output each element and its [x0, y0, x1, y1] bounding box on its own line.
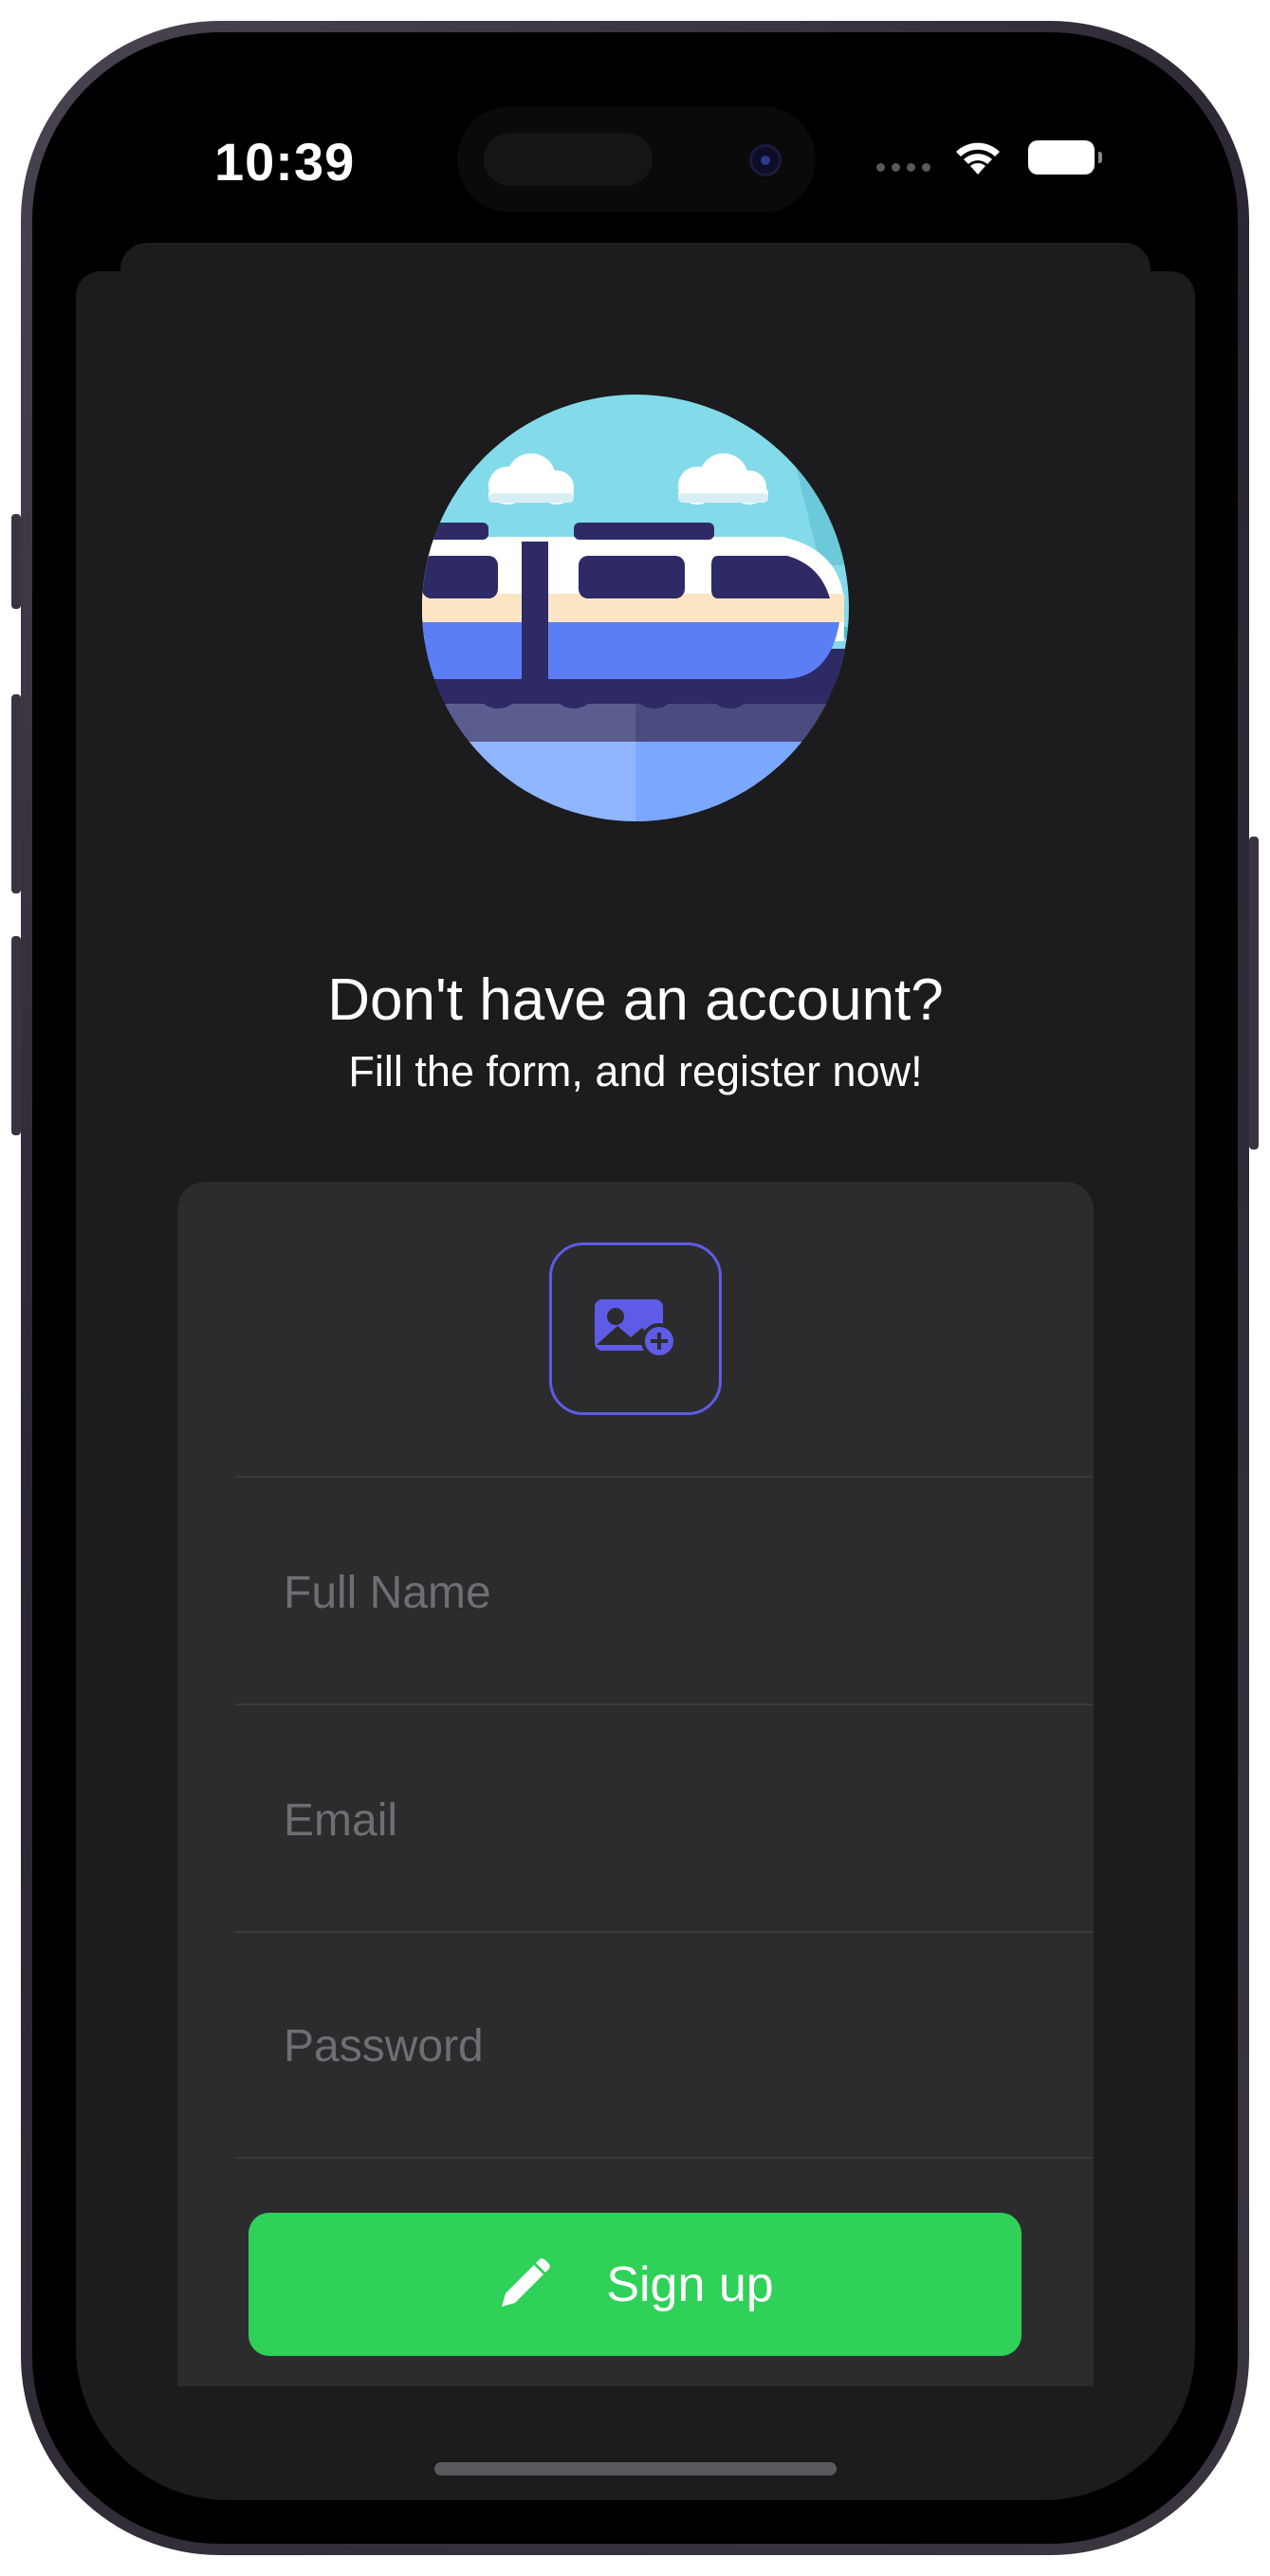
sign-up-button[interactable]: Sign up [248, 2213, 1022, 2356]
email-input[interactable] [282, 1705, 1063, 1935]
password-input[interactable] [282, 1931, 1063, 2161]
volume-down-button [11, 936, 21, 1135]
status-bar: 10:39 [76, 76, 1195, 247]
wifi-icon [956, 142, 1000, 175]
dynamic-island [457, 106, 816, 212]
page-subtitle: Fill the form, and register now! [348, 1047, 923, 1095]
screen: 10:39 Don't have an account? Fill the fo… [76, 76, 1195, 2500]
signup-form: Sign up [177, 1182, 1094, 2386]
status-time: 10:39 [214, 132, 356, 192]
email-field[interactable] [234, 1705, 1094, 1935]
camera-icon [749, 144, 782, 176]
battery-icon [1028, 140, 1102, 175]
add-photo-button[interactable] [549, 1242, 722, 1415]
full-name-input[interactable] [282, 1478, 1063, 1707]
sign-up-label: Sign up [606, 2256, 774, 2312]
cellular-signal-icon [876, 163, 930, 172]
power-button [1249, 837, 1259, 1150]
volume-up-button [11, 694, 21, 893]
home-indicator[interactable] [434, 2462, 837, 2475]
page-title: Don't have an account? [327, 967, 944, 1033]
pencil-icon [502, 2257, 551, 2307]
password-field[interactable] [234, 1931, 1094, 2161]
signup-sheet: Don't have an account? Fill the form, an… [76, 271, 1195, 2500]
divider [234, 2157, 1094, 2159]
train-illustration [422, 395, 849, 821]
add-photo-icon [595, 1299, 677, 1359]
action-button [11, 514, 21, 609]
full-name-field[interactable] [234, 1478, 1094, 1707]
